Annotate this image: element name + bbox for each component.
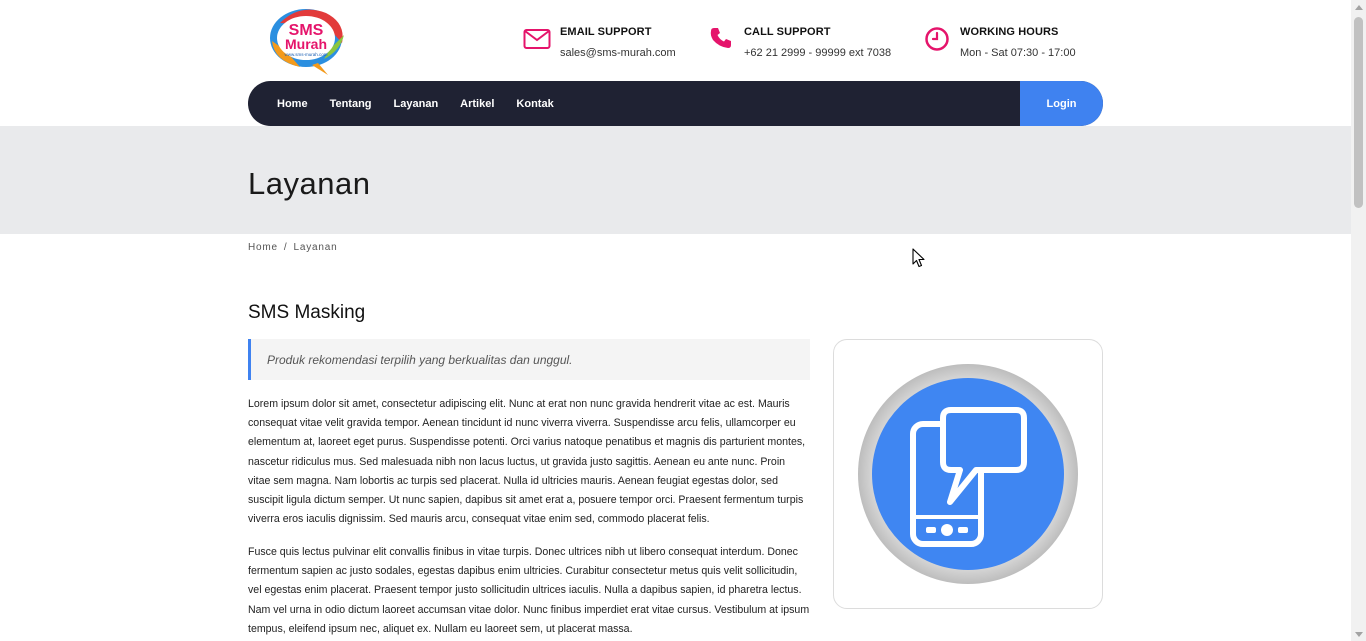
nav-item-kontak[interactable]: Kontak <box>505 98 564 110</box>
page-banner: Layanan <box>0 126 1351 234</box>
content-paragraph-1: Lorem ipsum dolor sit amet, consectetur … <box>248 398 806 526</box>
mobile-chat-icon <box>858 364 1078 584</box>
content-paragraph-2: Fusce quis lectus pulvinar elit convalli… <box>248 546 810 635</box>
breadcrumb-home[interactable]: Home <box>248 242 278 253</box>
email-support: EMAIL SUPPORT sales@sms-murah.com <box>522 26 676 59</box>
nav-menu: Home Tentang Layanan Artikel Kontak <box>266 81 565 126</box>
email-support-title: EMAIL SUPPORT <box>560 26 652 38</box>
breadcrumb: Home / Layanan <box>248 242 337 253</box>
nav-item-layanan[interactable]: Layanan <box>383 98 450 110</box>
main-navbar: Home Tentang Layanan Artikel Kontak Logi… <box>248 81 1103 126</box>
section-title: SMS Masking <box>248 302 366 323</box>
nav-item-tentang[interactable]: Tentang <box>319 98 383 110</box>
email-support-value[interactable]: sales@sms-murah.com <box>560 47 676 59</box>
nav-item-home[interactable]: Home <box>266 98 319 110</box>
working-hours-value: Mon - Sat 07:30 - 17:00 <box>960 47 1076 59</box>
clock-icon <box>922 26 952 56</box>
breadcrumb-separator: / <box>283 242 288 253</box>
logo-graphic: SMS Murah www.sms-murah.com <box>270 9 344 75</box>
blockquote-text: Produk rekomendasi terpilih yang berkual… <box>267 352 573 367</box>
call-support-value[interactable]: +62 21 2999 - 99999 ext 7038 <box>744 47 891 59</box>
working-hours: WORKING HOURS Mon - Sat 07:30 - 17:00 <box>922 26 1076 59</box>
working-hours-title: WORKING HOURS <box>960 26 1059 38</box>
phone-icon <box>706 26 736 56</box>
call-support: CALL SUPPORT +62 21 2999 - 99999 ext 703… <box>706 26 891 59</box>
svg-text:www.sms-murah.com: www.sms-murah.com <box>284 52 327 57</box>
nav-item-artikel[interactable]: Artikel <box>449 98 505 110</box>
scroll-up-arrow-icon[interactable] <box>1351 0 1366 14</box>
page-scrollbar[interactable] <box>1351 0 1366 641</box>
service-image-card <box>833 339 1103 609</box>
envelope-icon <box>522 26 552 56</box>
scrollbar-thumb[interactable] <box>1354 17 1363 208</box>
blockquote: Produk rekomendasi terpilih yang berkual… <box>248 339 810 380</box>
breadcrumb-current: Layanan <box>293 242 338 253</box>
svg-text:Murah: Murah <box>285 36 327 52</box>
scroll-down-arrow-icon[interactable] <box>1351 627 1366 641</box>
page-title: Layanan <box>248 166 371 201</box>
login-button[interactable]: Login <box>1020 81 1103 126</box>
call-support-title: CALL SUPPORT <box>744 26 831 38</box>
site-logo[interactable]: SMS Murah www.sms-murah.com <box>266 5 350 75</box>
mouse-cursor-icon <box>912 248 926 268</box>
top-header: SMS Murah www.sms-murah.com EMAIL SUPPOR… <box>0 0 1351 81</box>
